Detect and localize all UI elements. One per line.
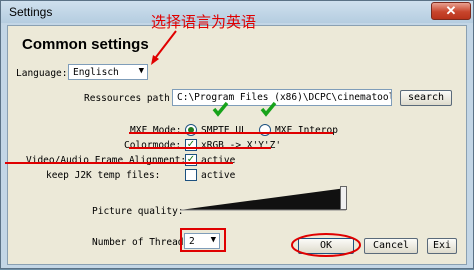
settings-window: Settings ✕ Common settings Language: Eng… xyxy=(0,0,474,269)
frame-alignment-label: Video/Audio Frame Alignment: xyxy=(26,155,187,166)
slider-thumb[interactable] xyxy=(340,186,347,210)
language-label: Language: xyxy=(16,68,68,79)
threads-label: Number of Threads xyxy=(92,237,190,248)
mxf-interop-radio[interactable] xyxy=(259,124,271,136)
exit-button[interactable]: Exi xyxy=(427,238,457,254)
mxf-mode-label: MXF Mode: xyxy=(130,125,182,136)
mxf-smpte-label: SMPTE UL xyxy=(201,125,247,136)
chevron-down-icon: ▼ xyxy=(210,235,216,245)
keep-j2k-label: keep J2K temp files: xyxy=(46,170,161,181)
ressources-path-input[interactable]: C:\Program Files (x86)\DCPC\cinematools xyxy=(172,89,392,106)
keep-j2k-checkbox[interactable] xyxy=(185,169,197,181)
language-value: Englisch xyxy=(73,67,119,78)
settings-panel: Common settings Language: Englisch ▼ Res… xyxy=(7,25,467,265)
radio-selected-dot xyxy=(188,127,194,133)
window-title: Settings xyxy=(9,5,53,19)
keep-j2k-value: active xyxy=(201,170,236,181)
page-title: Common settings xyxy=(22,36,149,53)
frame-alignment-value: active xyxy=(201,155,236,166)
mxf-smpte-radio[interactable] xyxy=(185,124,197,136)
colormode-value: xRGB -> X'Y'Z' xyxy=(201,140,282,151)
ressources-path-label: Ressources path: xyxy=(84,93,176,104)
colormode-label: Colormode: xyxy=(124,140,182,151)
picture-quality-label: Picture quality: xyxy=(92,206,184,217)
mxf-interop-label: MXF Interop xyxy=(275,125,338,136)
chevron-down-icon: ▼ xyxy=(138,66,144,76)
quality-ramp xyxy=(180,188,346,211)
search-button[interactable]: search xyxy=(400,90,452,106)
picture-quality-slider[interactable] xyxy=(178,184,354,214)
threads-value: 2 xyxy=(189,236,195,247)
close-button[interactable]: ✕ xyxy=(431,2,471,20)
cancel-button[interactable]: Cancel xyxy=(364,238,418,254)
frame-alignment-checkbox[interactable]: ✓ xyxy=(185,154,197,166)
threads-select[interactable]: 2 ▼ xyxy=(184,233,220,249)
ok-button[interactable]: OK xyxy=(298,238,354,254)
language-select[interactable]: Englisch ▼ xyxy=(68,64,148,80)
colormode-checkbox[interactable]: ✓ xyxy=(185,139,197,151)
annotation-note: 选择语言为英语 xyxy=(151,14,257,31)
